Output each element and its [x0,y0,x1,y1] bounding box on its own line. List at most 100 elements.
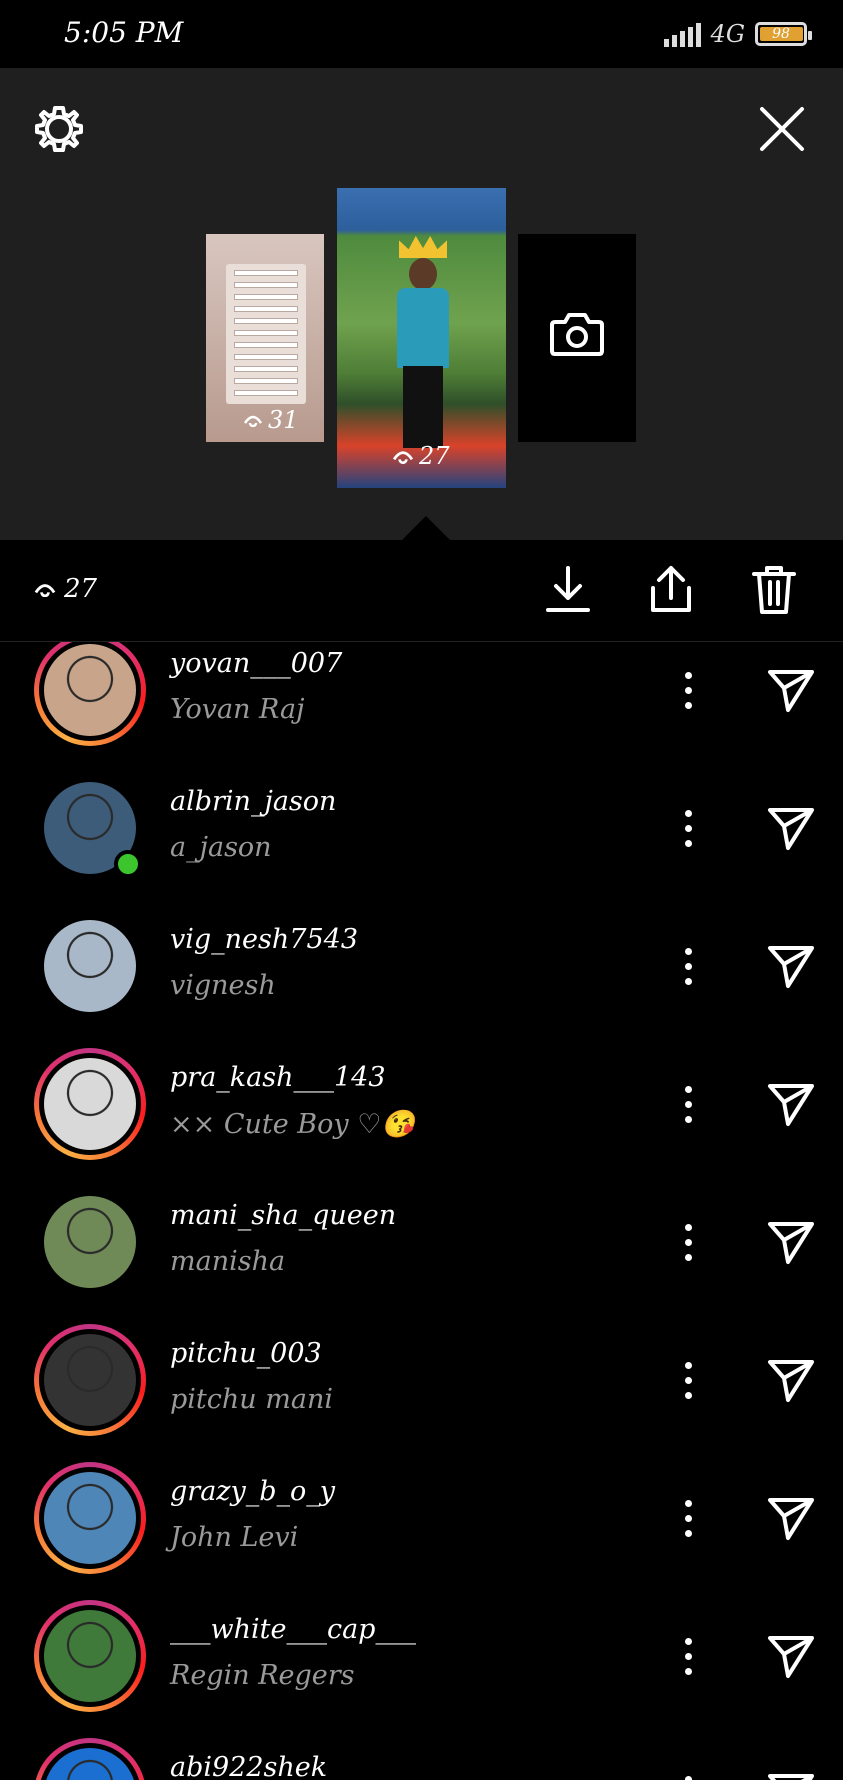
more-dot [684,1238,692,1246]
battery-icon: 98 [755,22,812,46]
viewer-full-name: ×× Cute Boy ♡😘 [170,1109,416,1140]
status-time: 5:05 PM [64,16,184,49]
more-options-button[interactable] [676,1488,700,1548]
more-options-button[interactable] [676,1626,700,1686]
viewer-row[interactable]: mani_sha_queen manisha [0,1174,843,1312]
viewer-row[interactable]: abi922shek [0,1726,843,1780]
viewer-username[interactable]: pra_kash___143 [170,1062,386,1093]
avatar[interactable] [34,1462,146,1574]
more-options-button[interactable] [676,1764,700,1780]
avatar-image [44,1748,136,1780]
more-dot [684,1391,692,1399]
paper-plane-icon [768,1498,814,1540]
more-options-button[interactable] [676,798,700,858]
share-button[interactable] [645,564,697,616]
send-message-button[interactable] [766,1078,816,1128]
more-dot [684,1223,692,1231]
more-dot [684,947,692,955]
delete-button[interactable] [748,564,800,616]
avatar[interactable] [34,1048,146,1160]
avatar-image [44,1472,136,1564]
avatar-frame [39,1605,141,1707]
viewer-full-name: vignesh [170,970,276,1001]
views-count[interactable]: 27 [34,574,97,604]
send-message-button[interactable] [766,940,816,990]
more-dot [684,1085,692,1093]
viewer-username[interactable]: albrin_jason [170,786,336,817]
viewer-row[interactable]: ___white___cap___ Regin Regers [0,1588,843,1726]
avatar[interactable] [34,1186,146,1298]
viewer-username[interactable]: pitchu_003 [170,1338,322,1369]
story-thumbnail-1[interactable]: 31 [206,234,324,442]
viewer-row[interactable]: yovan___007 Yovan Raj [0,642,843,760]
more-options-button[interactable] [676,1212,700,1272]
viewer-username[interactable]: vig_nesh7543 [170,924,358,955]
viewer-username[interactable]: mani_sha_queen [170,1200,396,1231]
viewer-username[interactable]: yovan___007 [170,648,342,679]
viewer-row[interactable]: vig_nesh7543 vignesh [0,898,843,1036]
send-message-button[interactable] [766,1216,816,1266]
paper-plane-icon [768,670,814,712]
paper-plane-icon [768,1360,814,1402]
avatar-image [44,1196,136,1288]
status-bar: 5:05 PM 4G 98 [0,0,843,68]
paper-plane-icon [768,1636,814,1678]
avatar[interactable] [34,642,146,746]
viewer-row[interactable]: pra_kash___143 ×× Cute Boy ♡😘 [0,1036,843,1174]
story-thumbnail-image [393,236,453,448]
avatar[interactable] [34,1600,146,1712]
paper-plane-icon [768,1084,814,1126]
story-views: 31 [244,406,299,434]
send-message-button[interactable] [766,1492,816,1542]
viewer-row[interactable]: pitchu_003 pitchu mani [0,1312,843,1450]
avatar[interactable] [34,1738,146,1780]
avatar-image [44,1058,136,1150]
eye-icon [244,415,262,427]
more-options-button[interactable] [676,1350,700,1410]
viewer-username[interactable]: grazy_b_o_y [170,1476,335,1507]
viewer-full-name: a_jason [170,832,272,863]
more-options-button[interactable] [676,660,700,720]
download-button[interactable] [542,564,594,616]
add-story-button[interactable] [518,234,636,442]
more-dot [684,1667,692,1675]
more-dot [684,701,692,709]
more-dot [684,1499,692,1507]
viewer-username[interactable]: abi922shek [170,1752,327,1780]
viewer-username[interactable]: ___white___cap___ [170,1614,416,1645]
send-message-button[interactable] [766,664,816,714]
avatar[interactable] [34,1324,146,1436]
avatar-frame [39,915,141,1017]
viewer-list: yovan___007 Yovan Raj albrin_jason a_jas… [0,642,843,1780]
selected-story-caret [402,516,450,540]
story-views: 27 [393,442,450,470]
send-message-button[interactable] [766,1354,816,1404]
viewer-full-name: manisha [170,1246,286,1277]
viewer-full-name: John Levi [170,1522,299,1553]
send-message-button[interactable] [766,1630,816,1680]
paper-plane-icon [768,1774,814,1780]
settings-button[interactable] [34,104,84,154]
send-message-button[interactable] [766,802,816,852]
paper-plane-icon [768,946,814,988]
more-dot [684,1652,692,1660]
more-options-button[interactable] [676,1074,700,1134]
viewer-full-name: pitchu mani [170,1384,333,1415]
more-dot [684,1514,692,1522]
send-message-button[interactable] [766,1768,816,1780]
status-indicators: 4G 98 [663,20,812,48]
close-button[interactable] [757,104,807,154]
avatar[interactable] [34,772,146,884]
avatar[interactable] [34,910,146,1022]
share-icon [651,566,691,612]
more-options-button[interactable] [676,936,700,996]
signal-icon [663,21,701,47]
more-dot [684,977,692,985]
more-dot [684,839,692,847]
camera-icon [550,313,604,356]
more-dot [684,1100,692,1108]
viewer-row[interactable]: albrin_jason a_jason [0,760,843,898]
viewer-full-name: Regin Regers [170,1660,355,1691]
story-thumbnail-2[interactable]: 27 [337,188,506,488]
viewer-row[interactable]: grazy_b_o_y John Levi [0,1450,843,1588]
